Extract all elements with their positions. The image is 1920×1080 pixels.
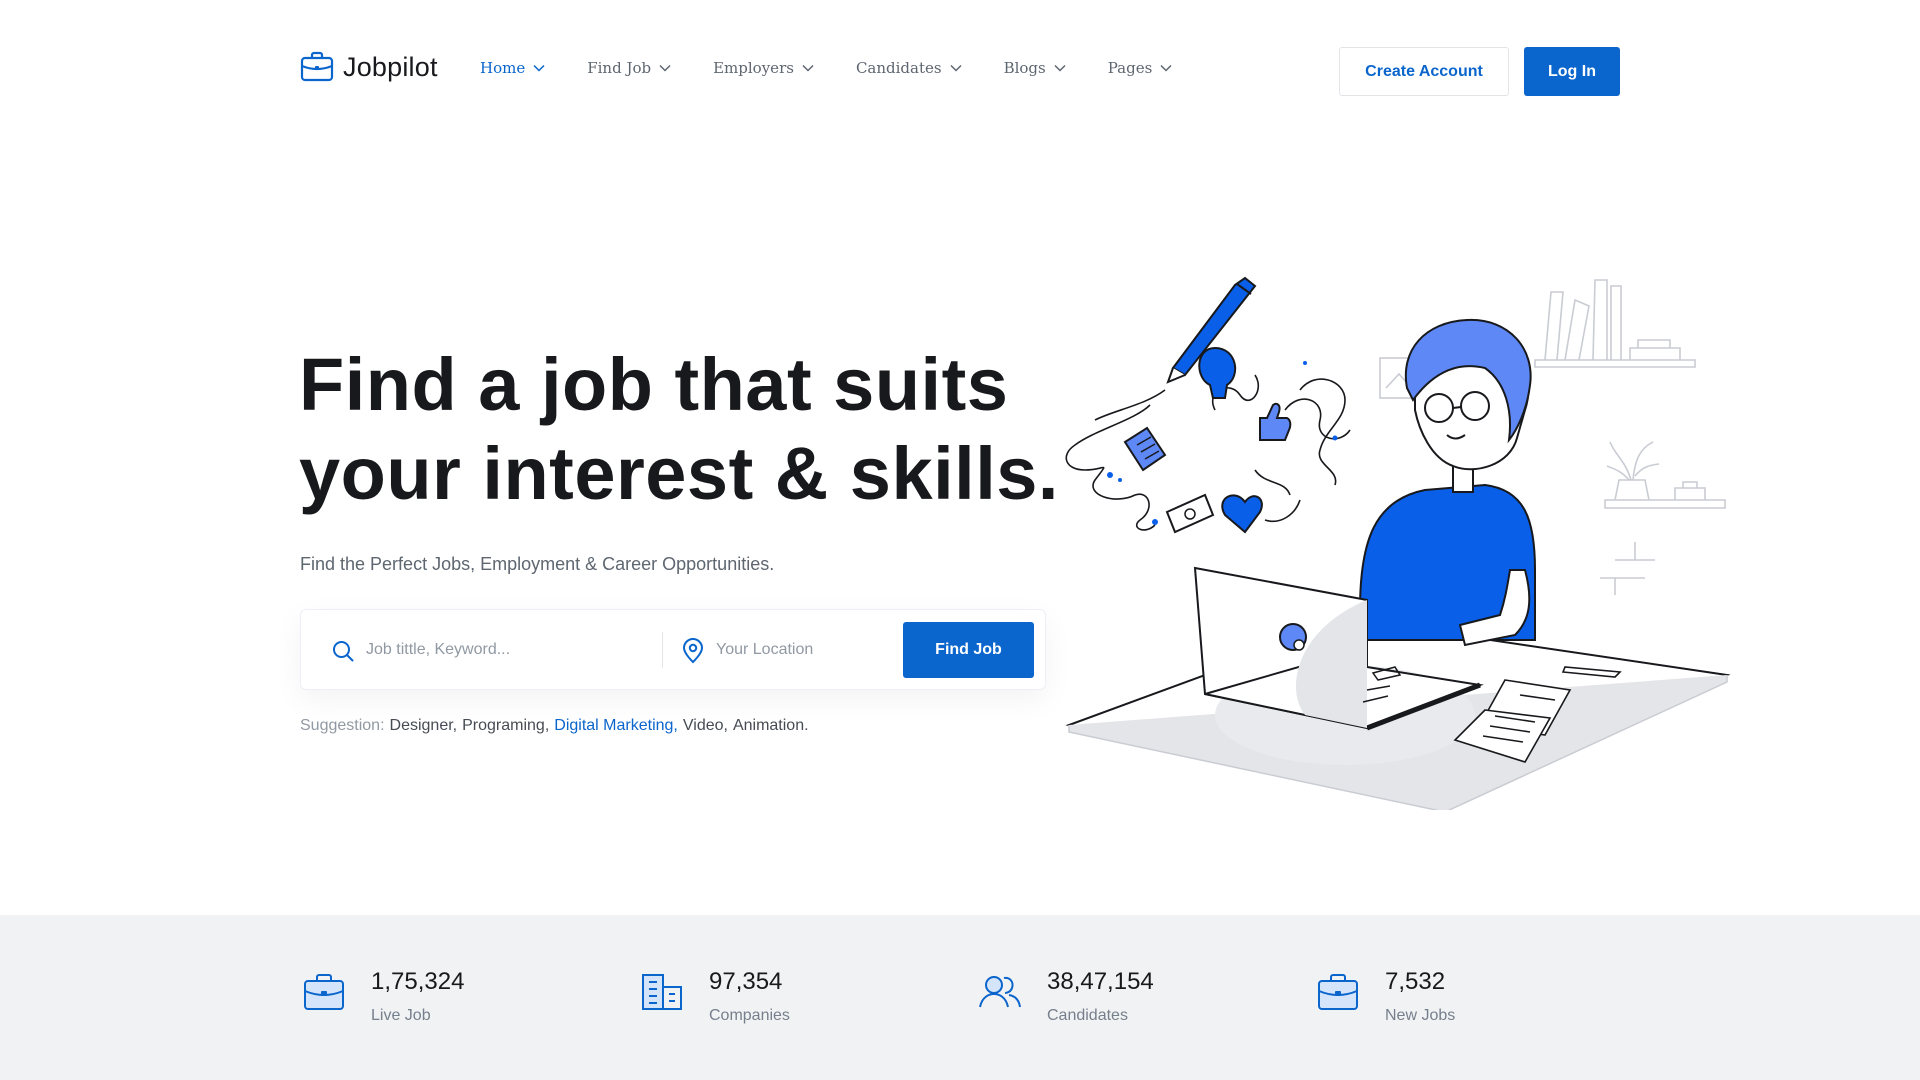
stat-label: Live Job xyxy=(371,1007,431,1024)
briefcase-icon xyxy=(300,51,334,82)
nav-item-label: Employers xyxy=(713,59,794,77)
stat-value: 7,532 xyxy=(1385,968,1446,995)
stat-text: 1,75,324 Live Job xyxy=(371,967,464,1025)
wall-shelf-plant xyxy=(1604,441,1726,509)
chevron-down-icon xyxy=(1054,64,1066,72)
briefcase-icon xyxy=(1318,974,1358,1010)
stat-text: 38,47,154 Candidates xyxy=(1047,967,1154,1025)
nav-item-employers[interactable]: Employers xyxy=(713,59,814,77)
hero-title: Find a job that suits your interest & sk… xyxy=(299,340,1059,518)
stats-band: 1,75,324 Live Job 97,354 Companies 38,47… xyxy=(0,915,1920,1080)
note-doodle xyxy=(1123,426,1167,472)
wall-shelf-books xyxy=(1534,279,1696,368)
map-pin-icon xyxy=(682,638,704,664)
suggestion-tag[interactable]: Programing, xyxy=(462,717,549,735)
chevron-down-icon xyxy=(659,64,671,72)
suggestion-tag[interactable]: Digital Marketing, xyxy=(554,717,678,735)
brand-name: Jobpilot xyxy=(343,51,438,82)
suggestion-tag[interactable]: Designer, xyxy=(390,717,458,735)
stat-new-jobs: 7,532 New Jobs xyxy=(1317,967,1455,1025)
chevron-down-icon xyxy=(1160,64,1172,72)
nav-item-candidates[interactable]: Candidates xyxy=(856,59,962,77)
money-doodle xyxy=(1165,493,1215,534)
hero-subtitle: Find the Perfect Jobs, Employment & Care… xyxy=(300,554,775,574)
stat-live-jobs: 1,75,324 Live Job xyxy=(303,967,464,1025)
site-header: Jobpilot Home Find Job Employers Candida… xyxy=(0,0,1920,143)
nav-item-label: Blogs xyxy=(1003,59,1046,77)
stat-value: 38,47,154 xyxy=(1047,968,1154,995)
stat-value: 1,75,324 xyxy=(371,968,465,995)
find-job-button[interactable]: Find Job xyxy=(903,622,1034,678)
nav-item-label: Candidates xyxy=(855,59,942,77)
chevron-down-icon xyxy=(950,64,962,72)
bulb-icon-doodle xyxy=(1198,346,1236,399)
nav-item-find-job[interactable]: Find Job xyxy=(587,59,671,77)
create-account-button[interactable]: Create Account xyxy=(1339,47,1509,96)
stat-label: Candidates xyxy=(1047,1007,1128,1024)
brand-logo[interactable]: Jobpilot xyxy=(300,51,438,83)
stat-label: New Jobs xyxy=(1385,1007,1456,1024)
wall-cracks xyxy=(1600,542,1655,595)
nav-item-pages[interactable]: Pages xyxy=(1108,59,1173,77)
nav-item-label: Find Job xyxy=(587,59,652,77)
hero-title-line: your interest & skills. xyxy=(299,432,1059,515)
hero-title-line: Find a job that suits xyxy=(299,343,1009,426)
search-icon xyxy=(333,641,354,662)
search-divider xyxy=(662,632,663,668)
hero-illustration xyxy=(1065,276,1731,810)
suggestion-tag[interactable]: Video, xyxy=(683,717,728,735)
chevron-down-icon xyxy=(533,64,545,72)
person xyxy=(1359,318,1536,647)
heart-doodle xyxy=(1221,494,1263,534)
briefcase-icon xyxy=(304,974,344,1010)
stat-text: 7,532 New Jobs xyxy=(1385,967,1455,1025)
nav-item-label: Pages xyxy=(1107,59,1153,77)
nav-item-home[interactable]: Home xyxy=(480,59,545,77)
stat-text: 97,354 Companies xyxy=(709,967,790,1025)
nav-item-blogs[interactable]: Blogs xyxy=(1004,59,1066,77)
suggestion-label: Suggestion: xyxy=(300,717,385,734)
suggestion-tag[interactable]: Animation. xyxy=(733,717,809,735)
buildings-icon xyxy=(642,974,682,1010)
login-button[interactable]: Log In xyxy=(1524,47,1620,96)
location-input[interactable] xyxy=(716,632,886,668)
job-search-bar: Find Job xyxy=(300,609,1046,690)
stat-label: Companies xyxy=(709,1007,790,1024)
main-nav: Home Find Job Employers Candidates Blogs… xyxy=(480,59,1214,77)
suggestion-list: Suggestion: Designer, Programing, Digita… xyxy=(300,717,809,735)
nav-item-label: Home xyxy=(480,59,526,77)
stat-value: 97,354 xyxy=(709,968,783,995)
stat-candidates: 38,47,154 Candidates xyxy=(979,967,1154,1025)
keyword-input[interactable] xyxy=(366,632,646,668)
stat-companies: 97,354 Companies xyxy=(641,967,790,1025)
chevron-down-icon xyxy=(802,64,814,72)
users-icon xyxy=(979,976,1021,1008)
